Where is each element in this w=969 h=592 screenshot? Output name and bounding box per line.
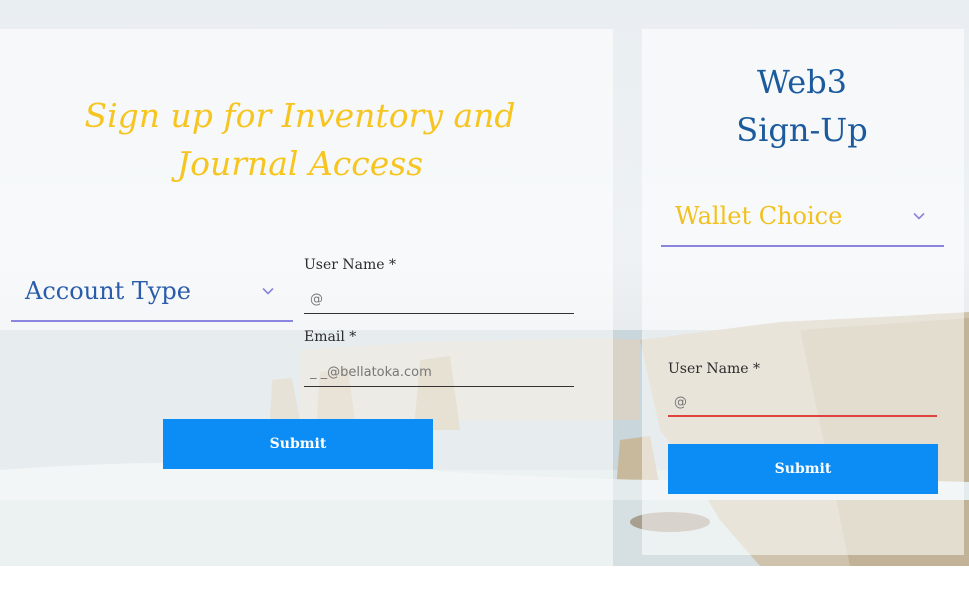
email-input[interactable] bbox=[304, 359, 574, 387]
email-label: Email * bbox=[304, 329, 357, 345]
web3-username-label: User Name * bbox=[668, 361, 761, 377]
page-footer-space bbox=[0, 566, 969, 592]
wallet-choice-dropdown[interactable]: Wallet Choice bbox=[661, 186, 944, 247]
wallet-choice-value: Wallet Choice bbox=[675, 201, 843, 230]
web3-submit-button[interactable]: Submit bbox=[668, 444, 938, 494]
inventory-submit-button[interactable]: Submit bbox=[163, 419, 433, 469]
web3-title-line1: Web3 bbox=[756, 63, 848, 101]
inventory-signup-title: Sign up for Inventory and Journal Access bbox=[84, 96, 516, 183]
web3-signup-title: Web3 Sign-Up bbox=[660, 58, 944, 154]
username-label: User Name * bbox=[304, 257, 397, 273]
web3-title-line2: Sign-Up bbox=[736, 111, 868, 149]
chevron-down-icon bbox=[262, 287, 274, 295]
account-type-dropdown[interactable]: Account Type bbox=[11, 262, 293, 322]
web3-username-input[interactable] bbox=[668, 389, 937, 417]
account-type-value: Account Type bbox=[25, 277, 191, 305]
username-input[interactable] bbox=[304, 286, 574, 314]
chevron-down-icon bbox=[913, 212, 925, 220]
